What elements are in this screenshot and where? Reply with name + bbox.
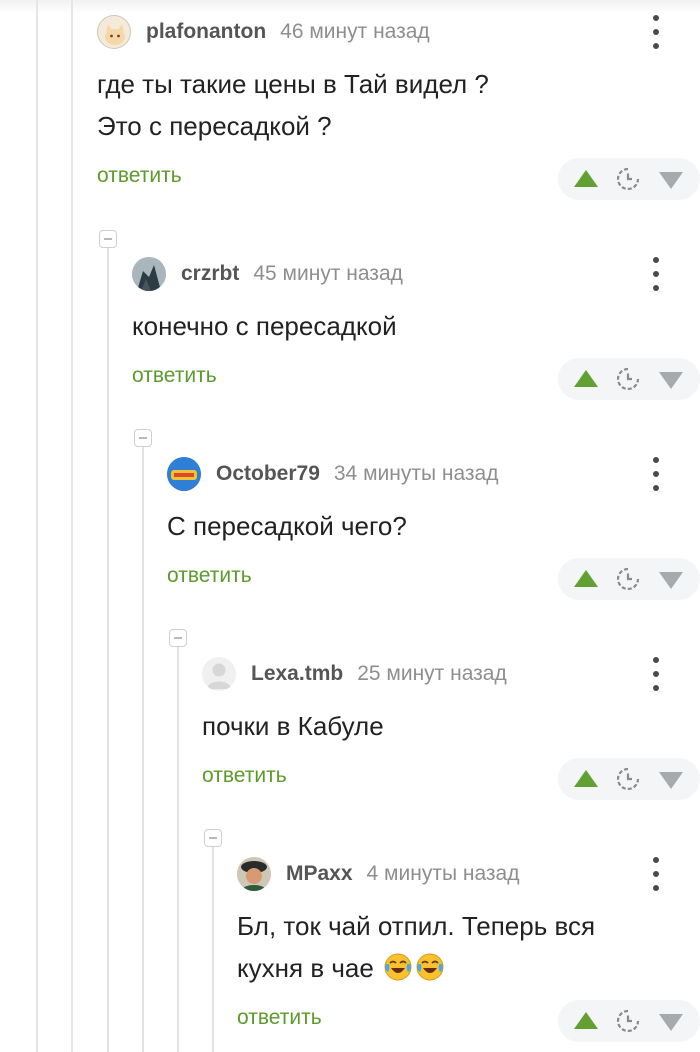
badge-avatar[interactable]: [167, 457, 201, 491]
thread-line: [142, 446, 144, 1052]
thread-guide-line: [36, 0, 38, 1052]
comment-text-line-with-emoji: кухня в чае: [237, 947, 674, 989]
default-user-avatar[interactable]: [202, 657, 236, 691]
comment-text-line: где ты такие цены в Тай видел ?: [97, 69, 489, 99]
collapse-thread-button[interactable]: [99, 230, 117, 248]
comment: October79 34 минуты назад С пересадкой ч…: [167, 454, 700, 602]
reply-button[interactable]: ответить: [237, 1006, 322, 1030]
comment-author[interactable]: MPaxx: [286, 862, 353, 886]
save-clock-icon[interactable]: [616, 167, 640, 191]
comment-text-line: почки в Кабуле: [202, 711, 384, 741]
thread-guide-line: [71, 0, 73, 1052]
vote-panel: [558, 1000, 700, 1042]
comment-text-line: Бл, ток чай отпил. Теперь вся: [237, 911, 596, 941]
reply-button[interactable]: ответить: [167, 564, 252, 588]
comment-header: Lexa.tmb 25 минут назад: [202, 654, 674, 694]
comment-footer: ответить: [167, 558, 700, 602]
comment-time: 34 минуты назад: [333, 462, 499, 485]
comment-header: plafonanton 46 минут назад: [97, 12, 674, 52]
comment-text-line: Это с пересадкой ?: [97, 111, 332, 141]
comment-time: 46 минут назад: [280, 20, 430, 43]
vote-panel: [558, 558, 700, 600]
collapse-thread-button[interactable]: [169, 629, 187, 647]
save-clock-icon[interactable]: [616, 767, 640, 791]
vote-panel: [558, 158, 700, 200]
downvote-arrow-icon[interactable]: [659, 572, 683, 589]
comment: MPaxx 4 минуты назад Бл, ток чай отпил. …: [237, 854, 700, 1044]
comment-author[interactable]: plafonanton: [146, 20, 266, 44]
comment-text: где ты такие цены в Тай видел ? Это с пе…: [97, 63, 674, 147]
comment-time: 25 минут назад: [357, 662, 507, 685]
knight-avatar[interactable]: [132, 257, 166, 291]
cat-avatar[interactable]: [97, 15, 131, 49]
thread-line: [107, 248, 109, 1052]
more-options-icon[interactable]: [652, 15, 660, 49]
reply-button[interactable]: ответить: [97, 164, 182, 188]
upvote-arrow-icon[interactable]: [574, 570, 598, 587]
comment-footer: ответить: [202, 758, 700, 802]
tears-of-joy-emoji-icon: [384, 953, 412, 981]
reply-button[interactable]: ответить: [202, 764, 287, 788]
tears-of-joy-emoji-icon: [416, 953, 444, 981]
comment-text-line: С пересадкой чего?: [167, 511, 407, 541]
comment: Lexa.tmb 25 минут назад почки в Кабуле о…: [202, 654, 700, 802]
comment-time: 4 минуты назад: [366, 862, 520, 885]
comment-text: почки в Кабуле: [202, 705, 674, 747]
comment-text-fragment: кухня в чае: [237, 953, 374, 983]
more-options-icon[interactable]: [652, 457, 660, 491]
upvote-arrow-icon[interactable]: [574, 170, 598, 187]
upvote-arrow-icon[interactable]: [574, 370, 598, 387]
comment-author[interactable]: crzrbt: [181, 262, 239, 286]
save-clock-icon[interactable]: [616, 367, 640, 391]
save-clock-icon[interactable]: [616, 1009, 640, 1033]
upvote-arrow-icon[interactable]: [574, 770, 598, 787]
comment-author[interactable]: Lexa.tmb: [251, 662, 343, 686]
downvote-arrow-icon[interactable]: [659, 172, 683, 189]
upvote-arrow-icon[interactable]: [574, 1012, 598, 1029]
collapse-thread-button[interactable]: [134, 429, 152, 447]
comment-time: 45 минут назад: [253, 262, 403, 285]
comment-text-line: конечно с пересадкой: [132, 311, 397, 341]
comment-text: С пересадкой чего?: [167, 505, 674, 547]
more-options-icon[interactable]: [652, 657, 660, 691]
photo-avatar[interactable]: [237, 857, 271, 891]
comment-header: October79 34 минуты назад: [167, 454, 674, 494]
downvote-arrow-icon[interactable]: [659, 1014, 683, 1031]
comment-footer: ответить: [237, 1000, 700, 1044]
comment: crzrbt 45 минут назад конечно с пересадк…: [132, 254, 700, 402]
more-options-icon[interactable]: [652, 857, 660, 891]
reply-button[interactable]: ответить: [132, 364, 217, 388]
comment-header: MPaxx 4 минуты назад: [237, 854, 674, 894]
vote-panel: [558, 758, 700, 800]
downvote-arrow-icon[interactable]: [659, 372, 683, 389]
thread-line: [177, 646, 179, 1052]
comment-header: crzrbt 45 минут назад: [132, 254, 674, 294]
comment-footer: ответить: [97, 158, 700, 202]
thread-line: [212, 846, 214, 1052]
save-clock-icon[interactable]: [616, 567, 640, 591]
downvote-arrow-icon[interactable]: [659, 772, 683, 789]
comment-text: Бл, ток чай отпил. Теперь вся кухня в ча…: [237, 905, 674, 989]
comment-footer: ответить: [132, 358, 700, 402]
comment: plafonanton 46 минут назад где ты такие …: [97, 12, 700, 202]
comment-text: конечно с пересадкой: [132, 305, 674, 347]
collapse-thread-button[interactable]: [204, 829, 222, 847]
comment-author[interactable]: October79: [216, 462, 320, 486]
more-options-icon[interactable]: [652, 257, 660, 291]
vote-panel: [558, 358, 700, 400]
